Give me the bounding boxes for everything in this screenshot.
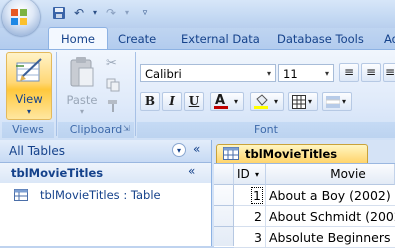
- view-dropdown-icon: ▾: [26, 107, 31, 116]
- align-left-button[interactable]: ≡: [339, 63, 359, 82]
- redo-icon[interactable]: ↷: [104, 6, 118, 20]
- cut-icon[interactable]: ✂: [106, 57, 120, 71]
- clipboard-group-title: Clipboard: [69, 123, 123, 136]
- font-size-combo[interactable]: 11 ▾: [278, 64, 334, 82]
- tab-home[interactable]: Home: [48, 27, 108, 50]
- nav-item-tblmovietitles[interactable]: tblMovieTitles : Table: [0, 184, 211, 206]
- alternate-fill-icon: [326, 96, 340, 108]
- nav-menu-chevron-icon[interactable]: ▾: [172, 143, 186, 157]
- row-selector[interactable]: [214, 227, 234, 246]
- datasheet-icon: [223, 147, 239, 160]
- redo-dropdown-icon[interactable]: ▾: [120, 6, 134, 20]
- font-color-swatch: [214, 106, 228, 109]
- customize-qat-icon[interactable]: ▿: [138, 6, 152, 20]
- paste-dropdown-icon: ▾: [79, 107, 84, 116]
- paint-bucket-icon: [256, 94, 268, 106]
- document-tab-label: tblMovieTitles: [245, 147, 338, 161]
- font-name-dropdown-icon: ▾: [266, 69, 271, 78]
- font-group-label: Font: [137, 122, 395, 138]
- font-name-value: Calibri: [145, 67, 182, 81]
- tab-create[interactable]: Create: [118, 28, 156, 50]
- clipboard-dialog-launcher-icon[interactable]: ⇲: [123, 124, 133, 134]
- nav-group-title: tblMovieTitles: [11, 166, 104, 180]
- group-divider: [135, 52, 136, 136]
- gridlines-button[interactable]: ▾: [288, 92, 318, 111]
- fill-color-swatch: [254, 106, 268, 109]
- collapse-group-icon[interactable]: «: [188, 164, 195, 178]
- align-right-button[interactable]: ≡: [383, 63, 395, 82]
- column-header-movie-label: Movie: [330, 167, 366, 181]
- format-painter-icon[interactable]: [106, 99, 120, 113]
- office-logo-icon: [11, 9, 27, 25]
- alternate-fill-dropdown-icon: ▾: [342, 97, 347, 106]
- undo-icon[interactable]: ↶: [72, 6, 86, 20]
- paste-button-label: Paste: [66, 93, 98, 107]
- font-name-combo[interactable]: Calibri ▾: [140, 64, 276, 82]
- gridlines-icon: [292, 95, 306, 109]
- alternate-fill-button[interactable]: ▾: [322, 92, 352, 111]
- table-cell-movie[interactable]: About a Boy (2002): [266, 185, 395, 206]
- shutter-bar-close-icon[interactable]: «: [193, 142, 200, 156]
- table-cell-movie[interactable]: Absolute Beginners: [266, 227, 395, 248]
- document-tab-tblmovietitles[interactable]: tblMovieTitles: [216, 144, 368, 163]
- nav-group-header[interactable]: tblMovieTitles «: [0, 163, 211, 183]
- group-divider: [56, 52, 57, 136]
- select-all-corner[interactable]: [214, 164, 234, 185]
- save-icon[interactable]: [52, 6, 66, 20]
- table-cell-id[interactable]: 2: [234, 206, 266, 227]
- column-header-id-label: ID: [237, 167, 250, 181]
- column-header-movie[interactable]: Movie: [266, 164, 395, 185]
- table-cell-id[interactable]: 1: [234, 185, 266, 206]
- row-selector[interactable]: [214, 185, 234, 206]
- column-header-id[interactable]: ID ▾: [234, 164, 266, 185]
- table-icon: [14, 189, 28, 201]
- underline-button[interactable]: U: [184, 92, 204, 111]
- bold-button[interactable]: B: [140, 92, 160, 111]
- align-center-button[interactable]: ≡: [361, 63, 381, 82]
- undo-dropdown-icon[interactable]: ▾: [88, 6, 102, 20]
- table-cell-movie[interactable]: About Schmidt (2002): [266, 206, 395, 227]
- design-view-icon: [16, 58, 42, 82]
- italic-button[interactable]: I: [162, 92, 182, 111]
- tab-database-tools[interactable]: Database Tools: [277, 28, 364, 50]
- active-cell-value: 1: [251, 187, 263, 204]
- gridlines-dropdown-icon: ▾: [308, 97, 313, 106]
- fill-color-button[interactable]: ▾: [250, 92, 284, 111]
- font-size-value: 11: [283, 67, 298, 81]
- tab-external-data[interactable]: External Data: [181, 28, 260, 50]
- tab-add-ins[interactable]: Ad: [384, 28, 395, 50]
- font-color-dropdown-icon: ▾: [234, 97, 239, 106]
- paste-icon: [70, 57, 94, 87]
- nav-item-label: tblMovieTitles : Table: [40, 188, 161, 202]
- nav-pane-header[interactable]: All Tables ▾ «: [0, 140, 211, 163]
- fill-color-dropdown-icon: ▾: [274, 97, 279, 106]
- view-button[interactable]: View ▾: [6, 52, 52, 120]
- font-color-button[interactable]: A ▾: [210, 92, 244, 111]
- font-size-dropdown-icon: ▾: [324, 69, 329, 78]
- copy-icon[interactable]: [106, 78, 120, 92]
- paste-button[interactable]: Paste ▾: [64, 56, 100, 116]
- column-filter-dropdown-icon[interactable]: ▾: [255, 164, 259, 185]
- views-group-label: Views: [2, 122, 54, 138]
- table-cell-id[interactable]: 3: [234, 227, 266, 248]
- view-button-label: View: [15, 92, 43, 106]
- nav-pane-title: All Tables: [9, 144, 65, 158]
- row-selector[interactable]: [214, 206, 234, 227]
